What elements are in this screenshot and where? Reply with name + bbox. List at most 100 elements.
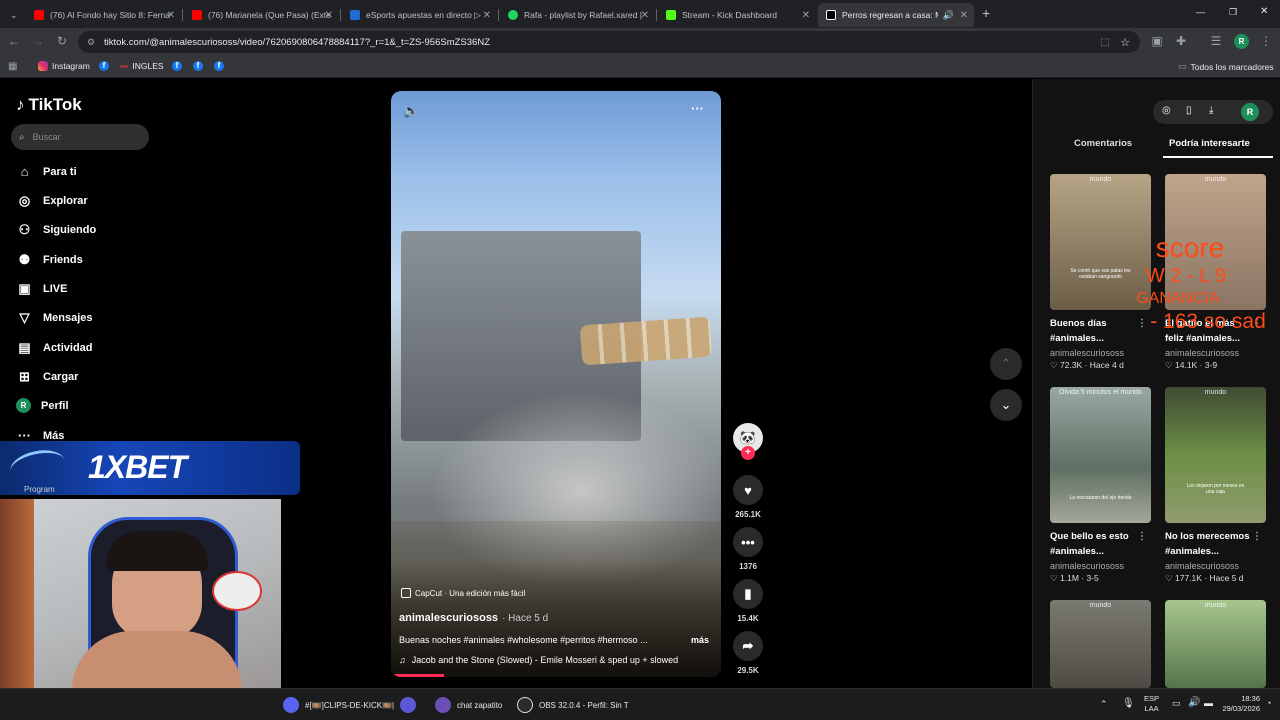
card-more-icon[interactable]: ⋮ [1137,529,1147,544]
bookmark-facebook[interactable]: f [172,61,182,71]
close-tab-icon[interactable]: ✕ [641,10,649,21]
video-thumbnail[interactable]: mundo [1050,600,1151,688]
like-button[interactable]: ♥ 265.1K [733,475,763,519]
taskbar-app[interactable] [400,697,416,713]
audio-playing-icon[interactable]: 🔊 [943,10,954,21]
address-bar[interactable]: ⚙ tiktok.com/@animalescuriososs/video/76… [78,31,1140,53]
apps-icon[interactable]: ▦ [8,61,17,72]
bookmark-ingles[interactable]: ••• INGLES [120,61,164,71]
site-info-icon[interactable]: ⚙ [87,37,95,48]
caption-more-link[interactable]: más [691,635,709,645]
close-tab-icon[interactable]: ✕ [325,10,333,21]
video-card[interactable]: mundo [1165,600,1266,688]
profile-avatar[interactable]: R [1234,34,1249,49]
video-card[interactable]: Olvida 5 minutos el mundo La rescataron … [1050,387,1151,584]
video-progress-bar[interactable] [391,674,444,677]
media-control-icon[interactable]: ▣ [1149,34,1165,48]
browser-tab[interactable]: eSports apuestas en directo ▷ ✕ [342,3,497,27]
volume-icon[interactable]: 🔈 [403,103,419,119]
taskbar-discord[interactable]: #[🎞️]CLIPS-DE-KICK🎞️| [283,697,394,713]
nav-cargar[interactable]: ⊞ Cargar [16,369,78,385]
nav-siguiendo[interactable]: ⚇ Siguiendo [16,222,97,238]
video-player[interactable]: 🔈 ··· CapCut · Una edición más fácil ani… [391,91,721,677]
follow-plus-icon[interactable]: + [741,446,755,460]
nav-live[interactable]: ▣ LIVE [16,281,67,297]
save-button[interactable]: ▮ 15.4K [733,579,763,623]
compass-small-icon[interactable]: ◎ [1162,105,1171,116]
phone-icon[interactable]: ▯ [1186,105,1192,116]
nav-perfil[interactable]: R Perfil [16,398,69,413]
tab-podria-interesarte[interactable]: Podría interesarte [1169,138,1250,149]
taskbar-chat[interactable]: chat zapatito [435,697,502,713]
instagram-icon [38,61,48,71]
bookmark-star-icon[interactable]: ☆ [1120,36,1130,49]
bookmark-facebook[interactable]: f [99,61,109,71]
restore-button[interactable]: ❐ [1229,7,1237,18]
webcam-feed [0,499,281,688]
video-author[interactable]: animalescuriososs [399,612,498,624]
tab-comentarios[interactable]: Comentarios [1074,138,1132,149]
nav-para-ti[interactable]: ⌂ Para ti [16,164,77,179]
close-tab-icon[interactable]: ✕ [483,10,491,21]
tray-chevron-icon[interactable]: ⌃ [1100,699,1108,710]
tiktok-logo[interactable]: ♪ TikTok [16,95,82,115]
notifications-icon[interactable]: ◔ [1266,698,1271,708]
flag-icon: ••• [120,61,129,71]
speaker-icon[interactable]: 🔊 [1188,697,1200,708]
download-icon[interactable]: ⤓ [1209,105,1213,116]
video-card[interactable]: mundo [1050,600,1151,688]
tab-list-menu[interactable]: ⌄ [4,3,24,27]
taskbar-obs[interactable]: OBS 32.0.4 - Perfil: Sin T [517,697,629,713]
reading-list-icon[interactable]: ☰ [1208,34,1224,48]
bookmark-instagram[interactable]: Instagram [38,61,90,71]
capcut-badge[interactable]: CapCut · Una edición más fácil [401,588,525,598]
forward-icon[interactable]: → [30,34,46,48]
browser-tab[interactable]: (76) Al Fondo hay Sitio 8: Ferna ✕ [26,3,181,27]
comment-button[interactable]: ••• 1376 [733,527,763,571]
nav-explorar[interactable]: ◎ Explorar [16,193,88,209]
next-video-button[interactable]: ⌄ [990,389,1022,421]
install-app-icon[interactable]: ⬚ [1101,37,1110,48]
close-tab-icon[interactable]: ✕ [960,10,968,21]
clock[interactable]: 18:36 29/03/2026 [1222,694,1260,714]
facebook-icon: f [172,61,182,71]
close-window-button[interactable]: ✕ [1260,6,1268,17]
browser-tab[interactable]: (76) Marianela (Que Pasa) (Exte ✕ [184,3,339,27]
video-card[interactable]: mundo Los dejaron por meses en una caja … [1165,387,1266,584]
bookmark-facebook[interactable]: f [214,61,224,71]
close-tab-icon[interactable]: ✕ [167,10,175,21]
close-tab-icon[interactable]: ✕ [802,10,810,21]
video-thumbnail[interactable]: mundo Los dejaron por meses en una caja [1165,387,1266,523]
back-icon[interactable]: ← [6,34,22,48]
new-tab-button[interactable]: + [982,5,990,21]
browser-tab[interactable]: Stream - Kick Dashboard ✕ [658,3,816,27]
upload-icon: ⊞ [19,369,30,384]
nav-friends[interactable]: ⚉ Friends [16,252,83,268]
extensions-icon[interactable]: ✚ [1173,34,1189,48]
youtube-icon [34,10,44,20]
microphone-icon[interactable]: 🎙 [1122,698,1135,709]
battery-icon[interactable]: ▬ [1204,698,1213,708]
search-input[interactable]: ⌕ Buscar [11,124,149,150]
language-indicator[interactable]: ESP LAA [1144,694,1159,714]
nav-actividad[interactable]: ▤ Actividad [16,340,92,356]
network-icon[interactable]: ▭ [1172,698,1181,709]
bookmark-facebook[interactable]: f [193,61,203,71]
browser-tab-active[interactable]: Perros regresan a casa: Mo 🔊 ✕ [818,3,974,27]
card-more-icon[interactable]: ⋮ [1252,529,1262,544]
reload-icon[interactable]: ↻ [54,34,70,48]
share-button[interactable]: ➦ 29.5K [733,631,763,675]
webcam-door [0,499,34,688]
chrome-menu-icon[interactable]: ⋮ [1258,34,1274,48]
browser-tab[interactable]: Rafa - playlist by Rafael.xared | ✕ [500,3,655,27]
video-more-icon[interactable]: ··· [691,101,704,116]
video-thumbnail[interactable]: mundo [1165,600,1266,688]
all-bookmarks[interactable]: ▭ Todos los marcadores [1178,61,1274,72]
music-row[interactable]: ♫ Jacob and the Stone (Slowed) - Emile M… [399,655,678,665]
minimize-button[interactable]: — [1196,7,1205,17]
creator-avatar[interactable]: 🐼 + [733,423,763,460]
panel-avatar[interactable]: R [1241,103,1259,121]
previous-video-button[interactable]: ⌃ [990,348,1022,380]
nav-mensajes[interactable]: ▽ Mensajes [16,310,93,326]
video-thumbnail[interactable]: Olvida 5 minutos el mundo La rescataron … [1050,387,1151,523]
